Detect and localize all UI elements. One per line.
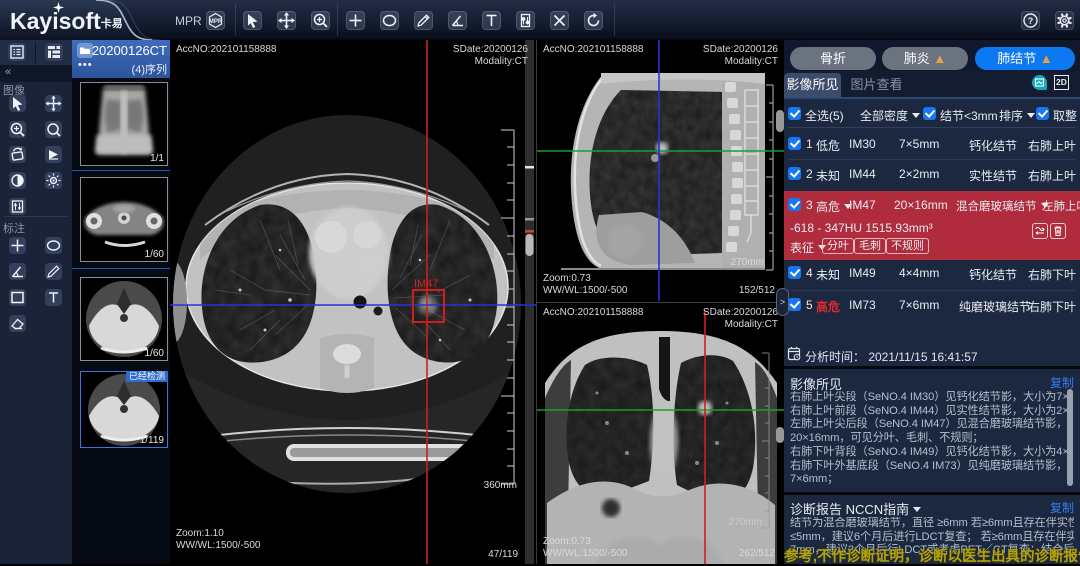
svg-text:270mm: 270mm [729, 517, 762, 528]
svg-text:IM47: IM47 [414, 278, 438, 290]
svg-text:?: ? [1028, 16, 1034, 26]
svg-text:MPR: MPR [209, 19, 223, 25]
svg-text:x: x [58, 45, 61, 51]
